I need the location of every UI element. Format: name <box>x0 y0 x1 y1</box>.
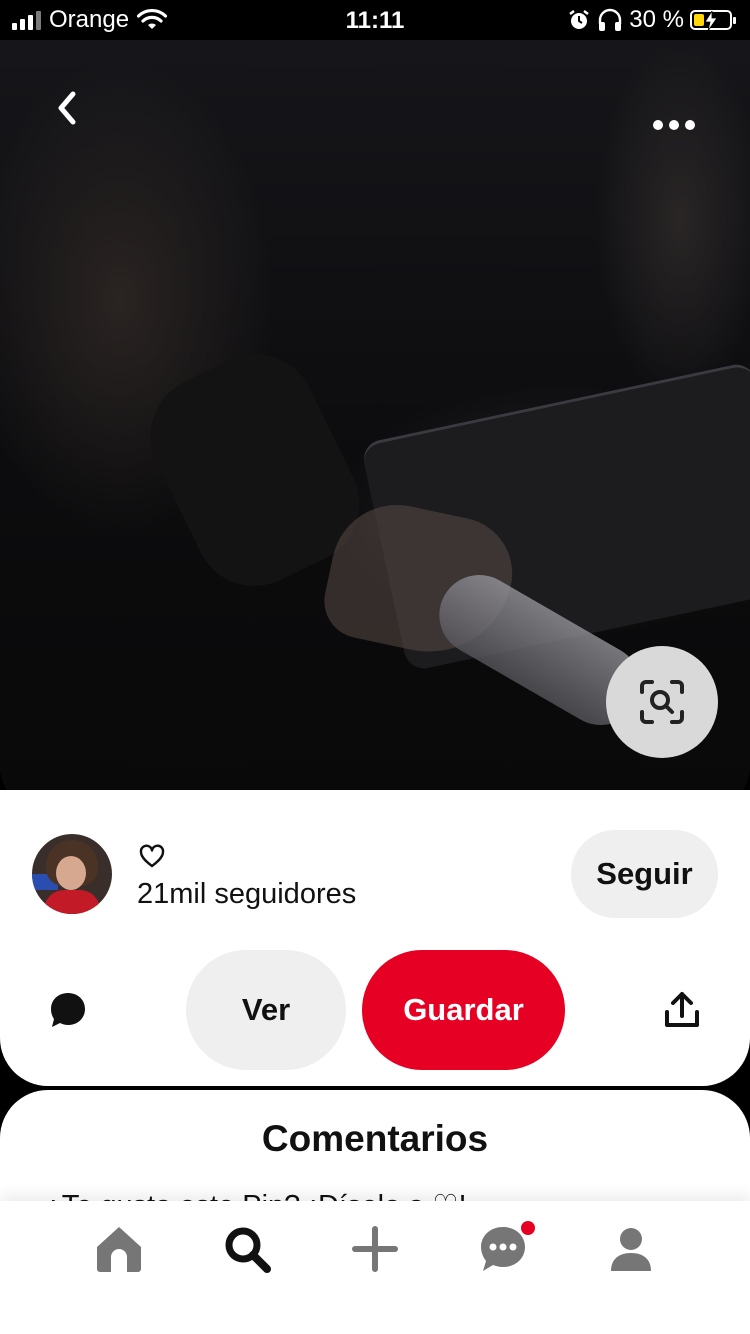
notification-dot <box>521 1221 535 1235</box>
comment-icon[interactable] <box>48 990 88 1030</box>
alarm-icon <box>569 10 590 29</box>
bottom-tab-bar <box>0 1201 750 1334</box>
follower-count: 21mil seguidores <box>137 878 357 910</box>
share-icon[interactable] <box>662 990 702 1030</box>
profile-icon <box>611 1228 651 1271</box>
tab-profile[interactable] <box>605 1223 657 1275</box>
tab-create[interactable] <box>349 1223 401 1275</box>
back-button[interactable] <box>40 80 96 136</box>
view-button[interactable]: Ver <box>186 950 346 1070</box>
headphones-icon <box>599 8 622 31</box>
status-bar: Orange 11:11 30 % <box>0 0 750 40</box>
tab-messages[interactable] <box>477 1221 535 1275</box>
home-icon <box>97 1227 141 1272</box>
heart-icon[interactable] <box>138 842 166 870</box>
pin-info-card: 21mil seguidores Seguir Ver Guardar <box>0 790 750 1086</box>
more-options-button[interactable] <box>644 100 704 140</box>
follow-button[interactable]: Seguir <box>571 830 718 918</box>
battery-icon <box>690 10 736 31</box>
tab-home[interactable] <box>93 1223 145 1275</box>
tab-search[interactable] <box>221 1223 273 1275</box>
search-icon <box>225 1227 271 1273</box>
creator-avatar[interactable] <box>32 834 112 914</box>
more-horizontal-icon <box>653 120 695 130</box>
chevron-left-icon <box>58 91 76 125</box>
save-button[interactable]: Guardar <box>362 950 565 1070</box>
visual-search-icon <box>640 680 684 724</box>
status-right: 30 % <box>567 6 736 34</box>
visual-search-button[interactable] <box>606 646 718 758</box>
battery-percent: 30 % <box>629 6 684 33</box>
add-icon <box>352 1226 398 1272</box>
comments-title: Comentarios <box>261 1118 489 1159</box>
